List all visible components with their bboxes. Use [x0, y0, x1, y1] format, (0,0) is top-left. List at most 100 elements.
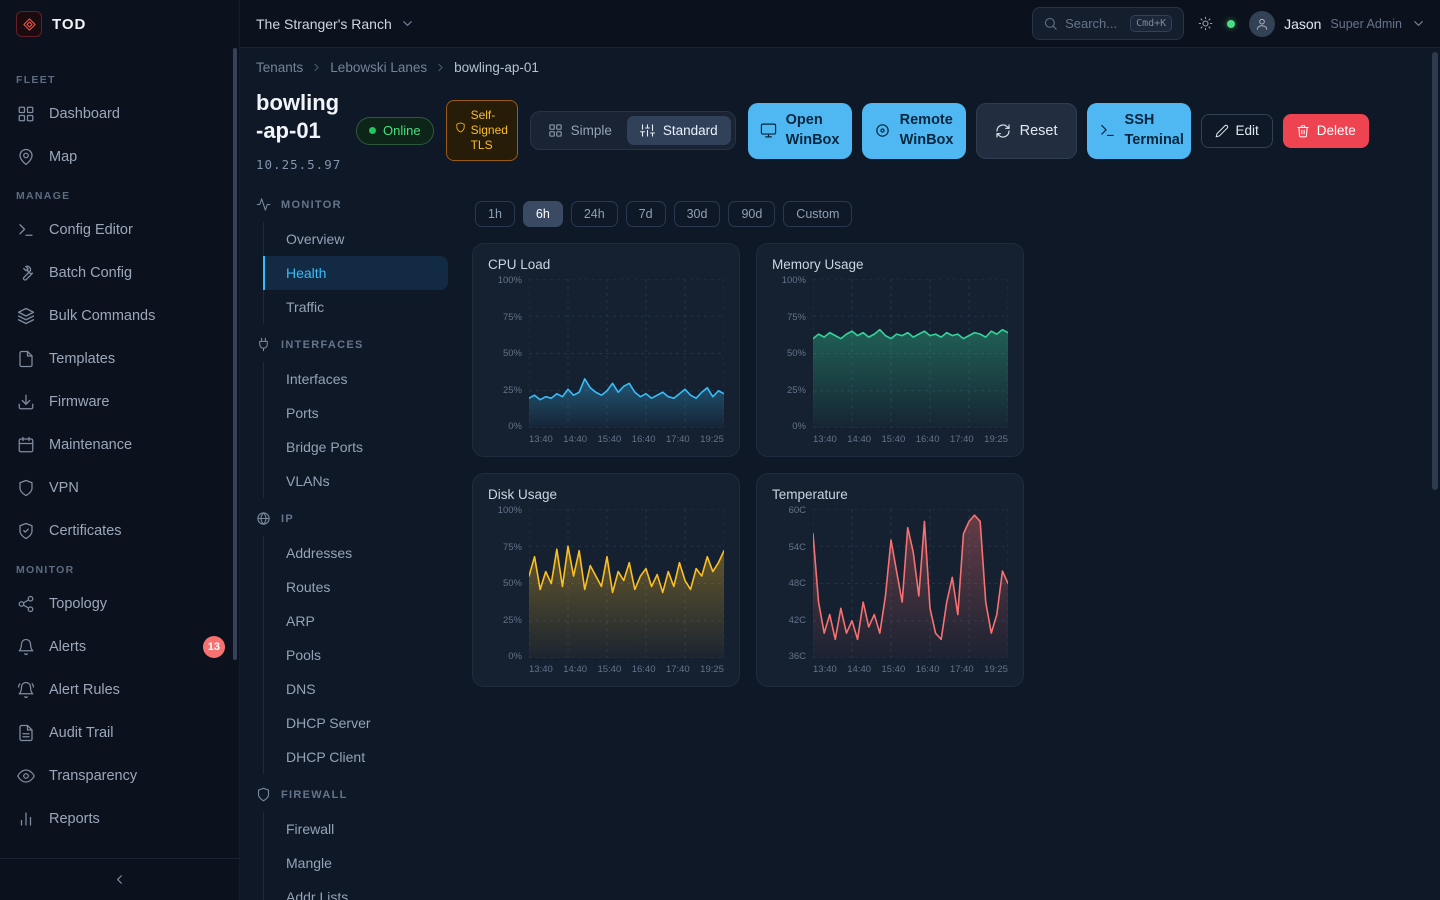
reset-button[interactable]: Reset	[976, 103, 1077, 159]
device-subnav: MONITOR Overview Health Traffic INTERFAC…	[256, 188, 448, 900]
subnav-item-interfaces[interactable]: Interfaces	[263, 362, 448, 396]
app-logo[interactable]: TOD	[0, 0, 239, 48]
subnav-item-overview[interactable]: Overview	[263, 222, 448, 256]
subnav-item-vlans[interactable]: VLANs	[263, 464, 448, 498]
sidebar-section-fleet: FLEET	[0, 62, 239, 92]
app-root: TOD FLEET Dashboard Map MANAGE Config Ed…	[0, 0, 1440, 900]
chart-title: CPU Load	[488, 257, 724, 272]
online-dot-icon	[369, 127, 376, 134]
sidebar-item-audit-trail[interactable]: Audit Trail	[0, 711, 239, 754]
x-tick-label: 17:40	[950, 664, 974, 675]
time-range-30d[interactable]: 30d	[674, 201, 721, 227]
time-range-1h[interactable]: 1h	[475, 201, 515, 227]
charts-grid: CPU Load 100%75%50%25%0% 13:4014:4015:40…	[472, 243, 1024, 687]
topology-icon	[17, 595, 35, 613]
tenant-selector[interactable]: The Stranger's Ranch	[256, 16, 415, 32]
chart-card-cpu-load: CPU Load 100%75%50%25%0% 13:4014:4015:40…	[472, 243, 740, 457]
theme-toggle-button[interactable]	[1198, 16, 1213, 31]
bell-icon	[17, 638, 35, 656]
chevron-right-icon	[310, 61, 323, 74]
x-tick-label: 13:40	[813, 664, 837, 675]
sidebar-item-label: Firmware	[49, 394, 109, 410]
sidebar-item-config-editor[interactable]: Config Editor	[0, 208, 239, 251]
open-winbox-button[interactable]: Open WinBox	[748, 103, 852, 159]
subnav-item-addresses[interactable]: Addresses	[263, 536, 448, 570]
sidebar-item-label: Alert Rules	[49, 682, 120, 698]
sidebar-item-firmware[interactable]: Firmware	[0, 380, 239, 423]
sidebar-item-alerts[interactable]: Alerts 13	[0, 625, 239, 668]
subnav-item-arp[interactable]: ARP	[263, 604, 448, 638]
subnav-item-ports[interactable]: Ports	[263, 396, 448, 430]
y-tick-label: 100%	[498, 505, 522, 516]
subnav-section-firewall: FIREWALL	[256, 778, 448, 811]
sidebar-item-certificates[interactable]: Certificates	[0, 509, 239, 552]
tls-badge-label: Self-Signed TLS	[471, 108, 509, 153]
subnav-item-pools[interactable]: Pools	[263, 638, 448, 672]
time-range-90d[interactable]: 90d	[728, 201, 775, 227]
plug-icon	[256, 337, 271, 352]
refresh-icon	[995, 123, 1011, 139]
sidebar-collapse-button[interactable]	[0, 858, 239, 900]
subnav-item-addr-lists[interactable]: Addr Lists	[263, 880, 448, 900]
sidebar-item-topology[interactable]: Topology	[0, 582, 239, 625]
sidebar-scrollbar-thumb[interactable]	[233, 48, 237, 660]
subnav-section-interfaces: INTERFACES	[256, 328, 448, 361]
x-tick-label: 14:40	[847, 434, 871, 445]
sidebar-item-maintenance[interactable]: Maintenance	[0, 423, 239, 466]
mode-standard[interactable]: Standard	[627, 116, 731, 145]
edit-label: Edit	[1236, 123, 1259, 138]
memory-usage-chart	[813, 279, 1008, 428]
page-scrollbar-thumb[interactable]	[1432, 52, 1438, 490]
delete-button[interactable]: Delete	[1283, 114, 1369, 148]
sidebar-item-templates[interactable]: Templates	[0, 337, 239, 380]
sidebar-item-alert-rules[interactable]: Alert Rules	[0, 668, 239, 711]
subnav-item-traffic[interactable]: Traffic	[263, 290, 448, 324]
search-input[interactable]	[1065, 16, 1123, 31]
time-range-7d[interactable]: 7d	[626, 201, 666, 227]
sidebar-item-map[interactable]: Map	[0, 135, 239, 178]
user-menu[interactable]: Jason Super Admin	[1249, 11, 1426, 37]
sidebar-item-dashboard[interactable]: Dashboard	[0, 92, 239, 135]
sidebar-item-batch-config[interactable]: Batch Config	[0, 251, 239, 294]
open-winbox-label: Open WinBox	[786, 111, 840, 150]
subnav-item-dhcp-client[interactable]: DHCP Client	[263, 740, 448, 774]
edit-button[interactable]: Edit	[1201, 114, 1273, 148]
sidebar-item-bulk-commands[interactable]: Bulk Commands	[0, 294, 239, 337]
time-range-6h[interactable]: 6h	[523, 201, 563, 227]
remote-winbox-button[interactable]: Remote WinBox	[862, 103, 966, 159]
subnav-item-mangle[interactable]: Mangle	[263, 846, 448, 880]
breadcrumb-tenant[interactable]: Lebowski Lanes	[330, 60, 427, 75]
chart-card-disk-usage: Disk Usage 100%75%50%25%0% 13:4014:4015:…	[472, 473, 740, 687]
topbar-right: Cmd+K Jason Super Admin	[1032, 7, 1426, 40]
subnav-item-routes[interactable]: Routes	[263, 570, 448, 604]
cpu-load-chart	[529, 279, 724, 428]
subnav-item-bridge-ports[interactable]: Bridge Ports	[263, 430, 448, 464]
mode-simple[interactable]: Simple	[535, 116, 625, 145]
sidebar-item-label: Batch Config	[49, 265, 132, 281]
search-box[interactable]: Cmd+K	[1032, 7, 1184, 40]
time-range-custom[interactable]: Custom	[783, 201, 852, 227]
subnav-section-ip: IP	[256, 502, 448, 535]
subnav-item-dns[interactable]: DNS	[263, 672, 448, 706]
remote-winbox-label: Remote WinBox	[900, 111, 954, 150]
y-tick-label: 75%	[503, 312, 522, 323]
subnav-item-dhcp-server[interactable]: DHCP Server	[263, 706, 448, 740]
shield-icon	[256, 787, 271, 802]
subnav-item-firewall[interactable]: Firewall	[263, 812, 448, 846]
tenant-name: The Stranger's Ranch	[256, 16, 392, 32]
activity-icon	[256, 197, 271, 212]
breadcrumb-tenants[interactable]: Tenants	[256, 60, 303, 75]
sidebar-item-vpn[interactable]: VPN	[0, 466, 239, 509]
ssh-terminal-button[interactable]: SSH Terminal	[1087, 103, 1191, 159]
grid-icon	[548, 123, 563, 138]
x-tick-label: 19:25	[700, 664, 724, 675]
sidebar-item-transparency[interactable]: Transparency	[0, 754, 239, 797]
time-range-24h[interactable]: 24h	[571, 201, 618, 227]
reset-label: Reset	[1020, 123, 1058, 139]
mode-simple-label: Simple	[571, 123, 612, 138]
subnav-item-health[interactable]: Health	[263, 256, 448, 290]
sidebar-item-reports[interactable]: Reports	[0, 797, 239, 840]
bar-chart-icon	[17, 810, 35, 828]
topbar: The Stranger's Ranch Cmd+K Jason	[240, 0, 1440, 48]
x-tick-label: 19:25	[984, 434, 1008, 445]
